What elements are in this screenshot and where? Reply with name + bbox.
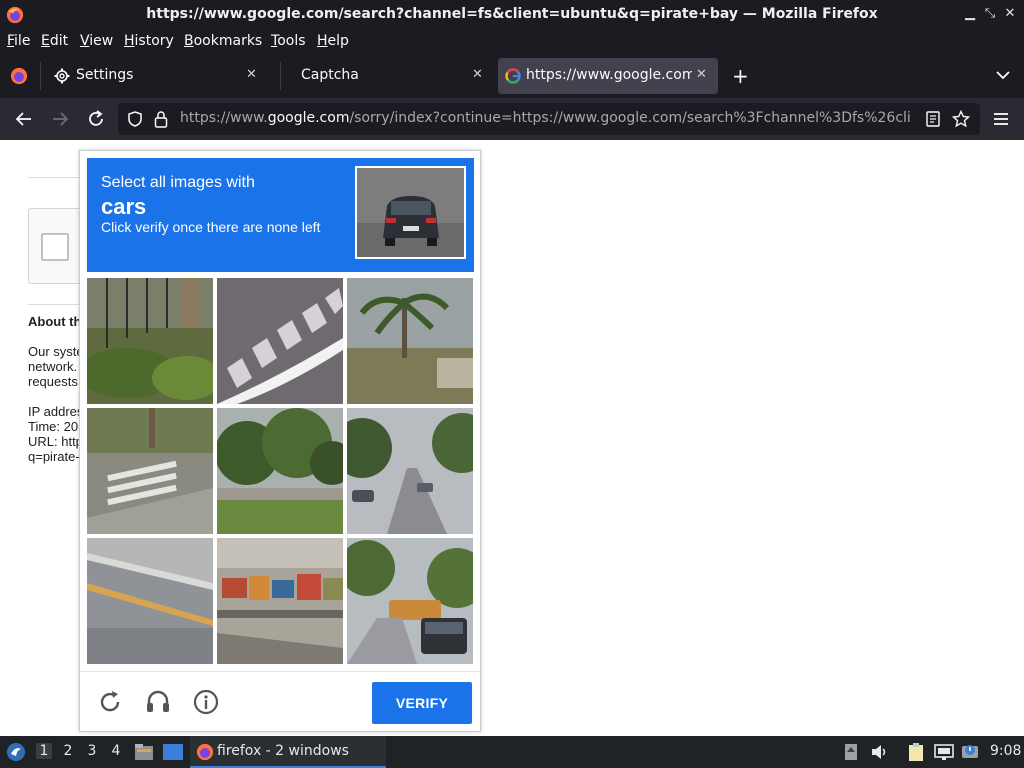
tab-settings-label: Settings <box>76 67 134 83</box>
taskbar: 1 2 3 4 firefox - 2 windows 9:08 <box>0 736 1024 768</box>
menu-bar: File Edit View History Bookmarks Tools H… <box>0 30 1024 54</box>
captcha-header: Select all images with cars Click verify… <box>87 158 474 272</box>
start-menu-icon[interactable] <box>6 742 26 762</box>
url-rest: /sorry/index?continue=https://www.google… <box>349 110 911 126</box>
lock-icon[interactable] <box>154 110 168 128</box>
captcha-tile-7[interactable] <box>87 538 213 664</box>
file-manager-icon[interactable] <box>134 743 154 761</box>
captcha-target: cars <box>101 194 147 219</box>
captcha-tile-8[interactable] <box>217 538 343 664</box>
captcha-tile-2[interactable] <box>217 278 343 404</box>
clipboard-icon[interactable] <box>906 742 926 762</box>
chevron-down-icon[interactable] <box>996 70 1010 80</box>
about-heading: About th <box>28 314 82 329</box>
tab-captcha[interactable]: Captcha ✕ <box>290 58 490 94</box>
captcha-tile-4[interactable] <box>87 408 213 534</box>
menu-tools[interactable]: Tools <box>271 33 306 49</box>
tab-settings[interactable]: Settings ✕ <box>48 58 270 94</box>
clock: 9:08 <box>990 743 1022 759</box>
captcha-tile-6[interactable] <box>347 408 473 534</box>
menu-edit[interactable]: Edit <box>41 33 68 49</box>
taskbar-window-label: firefox - 2 windows <box>217 743 349 759</box>
url-prefix: https://www. <box>180 110 268 126</box>
minimize-icon[interactable]: ▁ <box>962 6 978 22</box>
page-text-line: Time: 20 <box>28 419 79 434</box>
recaptcha-checkbox[interactable] <box>41 233 69 261</box>
window-title: https://www.google.com/search?channel=fs… <box>146 6 878 22</box>
navigation-bar: https://www.google.com/sorry/index?conti… <box>0 98 1024 140</box>
tab-close-icon[interactable]: ✕ <box>696 67 707 82</box>
taskbar-firefox-item[interactable]: firefox - 2 windows <box>190 736 386 768</box>
new-tab-icon[interactable]: + <box>732 64 749 88</box>
google-icon <box>505 68 521 84</box>
reload-challenge-icon[interactable] <box>96 688 124 716</box>
workspace-2[interactable]: 2 <box>60 743 76 759</box>
tab-separator <box>40 62 41 90</box>
notification-icon[interactable] <box>960 742 980 762</box>
updates-icon[interactable] <box>844 743 858 761</box>
maximize-icon[interactable]: ⤡ <box>982 6 998 22</box>
tab-google[interactable]: https://www.google.com/ ✕ <box>498 58 718 94</box>
menu-history[interactable]: History <box>124 33 174 49</box>
page-text-line: IP addres <box>28 404 84 419</box>
bookmark-star-icon[interactable] <box>952 110 970 128</box>
tab-google-label: https://www.google.com/ <box>526 67 692 83</box>
workspace-1[interactable]: 1 <box>36 743 52 759</box>
menu-file[interactable]: File <box>7 33 30 49</box>
page-text-line: Our syste <box>28 344 84 359</box>
menu-bookmarks[interactable]: Bookmarks <box>184 33 262 49</box>
workspace-4[interactable]: 4 <box>108 743 124 759</box>
back-icon[interactable] <box>13 108 35 130</box>
forward-icon[interactable] <box>49 108 71 130</box>
page-text-line: requests <box>28 374 78 389</box>
close-window-icon[interactable]: ✕ <box>1002 6 1018 22</box>
audio-challenge-icon[interactable] <box>144 688 172 716</box>
firefox-view-icon[interactable] <box>10 67 28 85</box>
captcha-tile-9[interactable] <box>347 538 473 664</box>
reload-icon[interactable] <box>85 108 107 130</box>
captcha-footer: VERIFY <box>80 671 480 731</box>
menu-view[interactable]: View <box>80 33 113 49</box>
tab-close-icon[interactable]: ✕ <box>246 67 257 82</box>
tab-close-icon[interactable]: ✕ <box>472 67 483 82</box>
menu-help[interactable]: Help <box>317 33 349 49</box>
tab-captcha-label: Captcha <box>301 67 359 83</box>
page-text-line: URL: http <box>28 434 83 449</box>
page-text-line: q=pirate- <box>28 449 80 464</box>
captcha-subinstruction: Click verify once there are none left <box>101 219 321 235</box>
url-domain: google.com <box>267 110 350 126</box>
captcha-tile-3[interactable] <box>347 278 473 404</box>
gear-icon <box>54 68 70 84</box>
network-icon[interactable] <box>934 743 954 761</box>
captcha-sample-image <box>355 166 466 259</box>
workspace-3[interactable]: 3 <box>84 743 100 759</box>
info-icon[interactable] <box>192 688 220 716</box>
tab-bar: Settings ✕ Captcha ✕ https://www.google.… <box>0 54 1024 98</box>
page-text-line: network. <box>28 359 78 374</box>
window-titlebar: https://www.google.com/search?channel=fs… <box>0 0 1024 30</box>
tab-separator <box>280 62 281 90</box>
reader-view-icon[interactable] <box>926 111 940 127</box>
desktop-icon[interactable] <box>162 743 184 761</box>
hamburger-menu-icon[interactable] <box>990 108 1012 130</box>
captcha-tile-1[interactable] <box>87 278 213 404</box>
captcha-instruction: Select all images with <box>101 174 255 191</box>
verify-button[interactable]: VERIFY <box>372 682 472 724</box>
shield-icon[interactable] <box>127 111 143 127</box>
url-text[interactable]: https://www.google.com/sorry/index?conti… <box>180 110 920 126</box>
captcha-tile-5[interactable] <box>217 408 343 534</box>
captcha-challenge: Select all images with cars Click verify… <box>79 150 481 732</box>
firefox-icon <box>196 743 214 761</box>
url-bar[interactable]: https://www.google.com/sorry/index?conti… <box>118 103 980 135</box>
volume-icon[interactable] <box>870 743 890 761</box>
